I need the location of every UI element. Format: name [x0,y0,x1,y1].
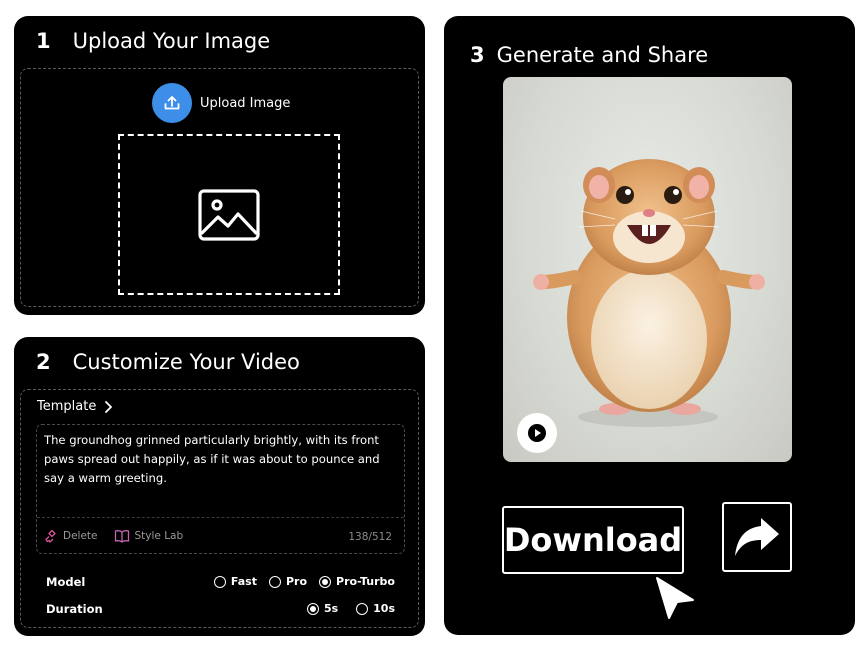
radio-icon [268,575,281,588]
share-button[interactable] [722,502,792,572]
upload-icon [152,83,192,123]
style-lab-label: Style Lab [134,530,184,542]
upload-image-button[interactable]: Upload Image [152,83,290,123]
model-option-pro-turbo[interactable]: Pro-Turbo [319,575,395,588]
upload-image-label: Upload Image [200,95,291,111]
download-button[interactable]: Download [502,506,684,574]
radio-label: Pro-Turbo [336,575,395,588]
play-icon [528,424,546,442]
generate-panel: 3 Generate and Share Download [444,16,855,635]
divider [37,517,404,518]
play-button[interactable] [517,413,557,453]
radio-label: 10s [373,602,395,615]
duration-label: Duration [46,602,103,616]
duration-options: 5s 10s [295,602,395,615]
step-number: 3 [470,43,485,67]
radio-selected-icon [319,575,332,588]
step-title: Upload Your Image [72,29,271,53]
step-2-heading: 2 Customize Your Video [36,350,300,374]
step-3-heading: 3 Generate and Share [470,43,708,67]
prompt-text[interactable]: The groundhog grinned particularly brigh… [44,431,400,488]
brush-delete-icon [45,529,56,543]
prompt-actions: Delete Style Lab [44,529,199,543]
share-arrow-icon [735,518,779,556]
step-number: 1 [36,29,51,53]
step-1-heading: 1 Upload Your Image [36,29,270,53]
radio-icon [356,602,369,615]
radio-label: 5s [323,602,339,615]
image-drop-zone[interactable] [118,134,340,295]
delete-label: Delete [63,530,98,542]
style-lab-button[interactable]: Style Lab [114,529,184,543]
upload-panel: 1 Upload Your Image Upload Image [14,16,425,315]
radio-selected-icon [306,602,319,615]
customize-panel: 2 Customize Your Video Template The grou… [14,337,425,636]
duration-option-10s[interactable]: 10s [356,602,395,615]
template-label: Template [37,399,97,414]
chevron-right-icon [105,400,113,413]
image-icon [198,188,260,241]
book-icon [114,530,129,543]
model-label: Model [46,575,86,589]
step-title: Generate and Share [496,43,709,67]
step-number: 2 [36,350,51,374]
hamster-image [533,159,765,427]
prompt-textarea[interactable]: The groundhog grinned particularly brigh… [36,424,405,554]
model-options: Fast Pro Pro-Turbo [202,575,395,588]
model-option-fast[interactable]: Fast [213,575,257,588]
duration-option-5s[interactable]: 5s [306,602,339,615]
radio-label: Pro [285,575,308,588]
radio-icon [213,575,226,588]
radio-label: Fast [230,575,257,588]
video-preview[interactable] [503,77,792,462]
character-counter: 138/512 [348,531,392,543]
model-option-pro[interactable]: Pro [268,575,308,588]
template-selector[interactable]: Template [37,399,113,414]
delete-button[interactable]: Delete [44,529,98,543]
mouse-pointer-icon [656,577,694,619]
step-title: Customize Your Video [72,350,300,374]
